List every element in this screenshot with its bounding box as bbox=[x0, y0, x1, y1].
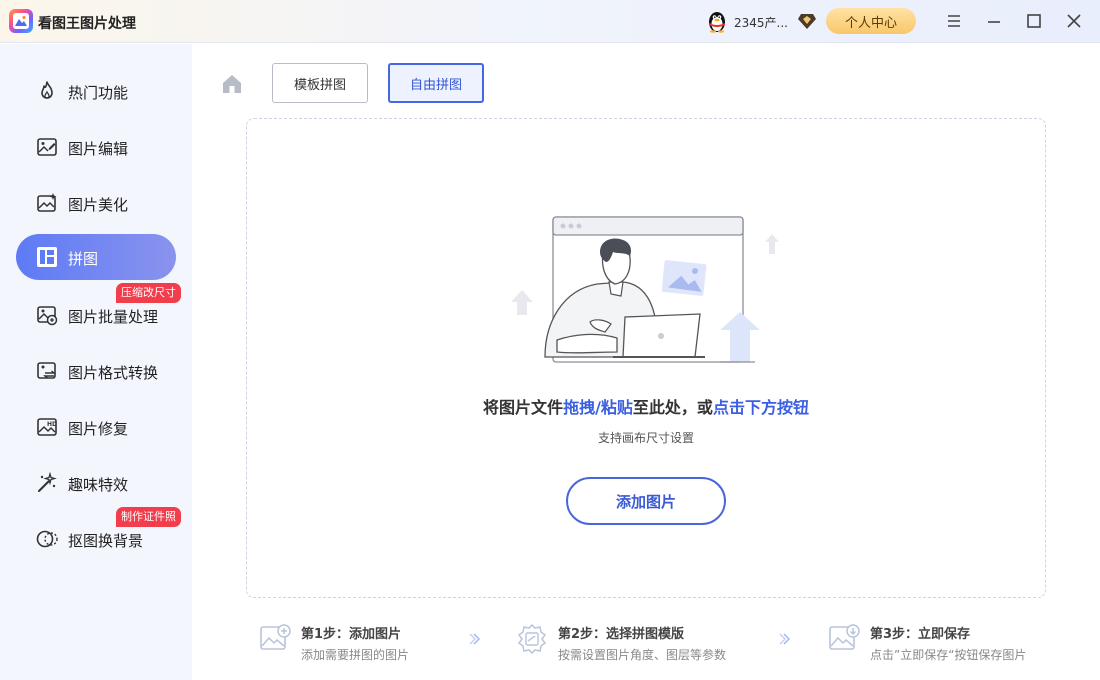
profile-center-button[interactable]: 个人中心 bbox=[826, 8, 916, 34]
add-image-icon bbox=[260, 624, 291, 650]
sidebar-item-collage[interactable]: 拼图 bbox=[16, 234, 176, 280]
save-image-icon bbox=[829, 624, 860, 650]
qq-penguin-icon[interactable] bbox=[706, 9, 728, 33]
menu-icon[interactable] bbox=[944, 11, 964, 31]
drop-instruction: 将图片文件拖拽/粘贴至此处，或点击下方按钮 bbox=[246, 394, 1046, 418]
sidebar-item-label: 图片编辑 bbox=[68, 140, 129, 158]
hd-repair-icon: HD bbox=[37, 418, 57, 436]
click-button-highlight[interactable]: 点击下方按钮 bbox=[713, 398, 809, 417]
sidebar-item-image-edit[interactable]: 图片编辑 bbox=[16, 124, 176, 170]
sidebar-item-label: 图片批量处理 bbox=[68, 308, 159, 326]
minimize-icon[interactable] bbox=[984, 11, 1004, 31]
format-convert-icon bbox=[37, 362, 56, 379]
add-image-button[interactable]: 添加图片 bbox=[566, 477, 726, 525]
step-3-title: 第3步：立即保存 bbox=[870, 627, 971, 642]
vip-diamond-icon[interactable] bbox=[797, 12, 817, 30]
step-1-description: 添加需要拼图的图片 bbox=[301, 648, 410, 662]
tab-template-collage[interactable]: 模板拼图 bbox=[272, 63, 368, 103]
title-bar: 看图王图片处理 2345产... 个人中心 bbox=[0, 0, 1100, 43]
sidebar-item-image-beautify[interactable]: 图片美化 bbox=[16, 180, 176, 226]
sidebar-item-hot-features[interactable]: 热门功能 bbox=[16, 68, 176, 114]
sidebar-item-label: 图片美化 bbox=[68, 196, 129, 214]
sidebar-item-label: 抠图换背景 bbox=[68, 532, 144, 550]
magic-wand-icon bbox=[38, 472, 57, 492]
app-logo-icon bbox=[9, 9, 33, 33]
canvas-size-hint: 支持画布尺寸设置 bbox=[597, 431, 694, 445]
cutout-icon bbox=[36, 530, 58, 548]
step-1-title: 第1步：添加图片 bbox=[301, 627, 402, 642]
tab-free-collage[interactable]: 自由拼图 bbox=[388, 63, 484, 103]
sidebar-item-label: 拼图 bbox=[68, 250, 99, 268]
person-laptop-illustration bbox=[511, 216, 779, 363]
home-icon[interactable] bbox=[220, 72, 244, 96]
sidebar: 热门功能 图片编辑 图片美化 拼图 压缩改尺寸 图片批量处理 图片格式转换 HD… bbox=[0, 44, 192, 680]
svg-text:HD: HD bbox=[47, 421, 57, 428]
step-3-description: 点击”立即保存“按钮保存图片 bbox=[870, 648, 1027, 662]
sidebar-item-label: 趣味特效 bbox=[68, 476, 129, 494]
step-2-title: 第2步：选择拼图模版 bbox=[558, 627, 685, 642]
sidebar-item-image-repair[interactable]: HD 图片修复 bbox=[16, 404, 176, 450]
settings-image-icon bbox=[517, 623, 547, 655]
flame-icon bbox=[41, 81, 53, 99]
sidebar-item-cutout[interactable]: 抠图换背景 bbox=[16, 516, 176, 562]
image-edit-icon bbox=[37, 138, 57, 156]
batch-image-icon bbox=[37, 306, 58, 326]
chevron-right-icon bbox=[779, 633, 791, 645]
step-2-description: 按需设置图片角度、图层等参数 bbox=[558, 648, 727, 662]
collage-icon bbox=[37, 247, 57, 267]
username[interactable]: 2345产... bbox=[734, 14, 788, 31]
sidebar-item-format-convert[interactable]: 图片格式转换 bbox=[16, 348, 176, 394]
drop-text-part: 至此处，或 bbox=[632, 398, 713, 417]
image-beautify-icon bbox=[37, 193, 57, 212]
sidebar-item-label: 图片修复 bbox=[68, 420, 129, 438]
sidebar-item-label: 热门功能 bbox=[68, 84, 129, 102]
app-title: 看图王图片处理 bbox=[38, 16, 136, 32]
sidebar-item-label: 图片格式转换 bbox=[68, 364, 159, 382]
sidebar-item-fun-effects[interactable]: 趣味特效 bbox=[16, 460, 176, 506]
maximize-icon[interactable] bbox=[1024, 11, 1044, 31]
close-icon[interactable] bbox=[1064, 11, 1084, 31]
drag-paste-highlight: 拖拽/粘贴 bbox=[563, 398, 633, 417]
drop-text-part: 将图片文件 bbox=[483, 398, 564, 417]
sidebar-item-batch-process[interactable]: 图片批量处理 bbox=[16, 292, 176, 338]
chevron-right-icon bbox=[469, 633, 481, 645]
